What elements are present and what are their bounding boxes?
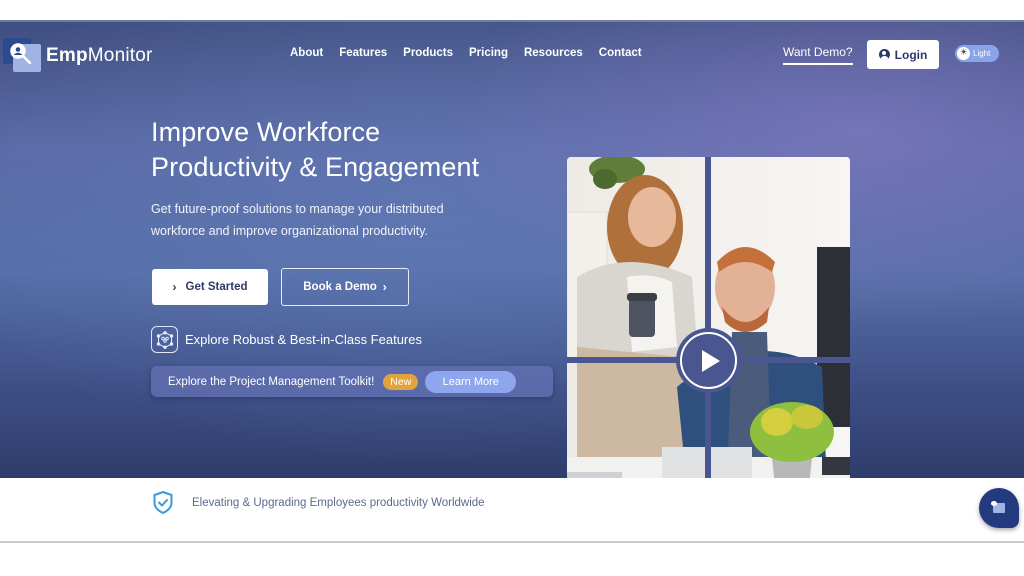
login-label: Login	[894, 47, 928, 62]
login-button[interactable]: Login	[867, 40, 939, 69]
divider	[0, 541, 1024, 543]
logo-text: EmpMonitor	[46, 45, 153, 66]
hero-section: EmpMonitor About Features Products Prici…	[0, 20, 1024, 478]
divider	[0, 20, 1024, 22]
explore-features-link[interactable]: Explore Robust & Best-in-Class Features	[151, 326, 422, 353]
chat-logo-icon	[991, 501, 1005, 513]
logo-icon	[3, 38, 41, 74]
toolkit-text: Explore the Project Management Toolkit!	[168, 375, 375, 388]
hero-title: Improve Workforce Productivity & Engagem…	[151, 115, 479, 185]
book-demo-label: Book a Demo	[303, 281, 377, 293]
get-started-label: Get Started	[185, 281, 248, 293]
hero-subtitle-line1: Get future-proof solutions to manage you…	[151, 202, 444, 216]
hero-subtitle-line2: workforce and improve organizational pro…	[151, 223, 428, 238]
theme-label: Light	[973, 49, 991, 58]
hero-subtitle: Get future-proof solutions to manage you…	[151, 199, 511, 242]
play-ring	[680, 332, 737, 389]
nav-products[interactable]: Products	[403, 47, 453, 59]
toolkit-banner: Explore the Project Management Toolkit! …	[151, 366, 553, 397]
shield-check-icon	[153, 490, 173, 515]
user-icon	[878, 49, 890, 60]
learn-more-button[interactable]: Learn More	[425, 370, 517, 393]
get-started-button[interactable]: › Get Started	[152, 269, 268, 305]
hero-title-line2: Productivity & Engagement	[151, 152, 480, 182]
logo[interactable]: EmpMonitor	[3, 38, 153, 74]
nav-resources[interactable]: Resources	[524, 47, 583, 59]
explore-features-label: Explore Robust & Best-in-Class Features	[185, 332, 422, 347]
play-button[interactable]	[676, 328, 741, 393]
chevron-right-icon: ›	[172, 280, 177, 294]
want-demo-link[interactable]: Want Demo?	[783, 45, 853, 65]
sun-icon: ☀	[957, 47, 970, 60]
chat-widget-button[interactable]	[979, 488, 1019, 528]
nav-contact[interactable]: Contact	[599, 47, 642, 59]
nav-about[interactable]: About	[290, 47, 323, 59]
tagline-row: Elevating & Upgrading Employees producti…	[152, 490, 485, 515]
tagline-text: Elevating & Upgrading Employees producti…	[192, 496, 485, 509]
network-icon	[151, 326, 178, 353]
top-margin	[0, 0, 1024, 20]
nav-pricing[interactable]: Pricing	[469, 47, 508, 59]
main-nav: About Features Products Pricing Resource…	[290, 47, 658, 59]
book-demo-button[interactable]: Book a Demo ›	[281, 268, 409, 306]
nav-features[interactable]: Features	[339, 47, 387, 59]
hero-title-line1: Improve Workforce	[151, 117, 381, 147]
chevron-right-icon: ›	[382, 280, 387, 294]
new-badge: New	[383, 373, 419, 390]
theme-toggle[interactable]: ☀ Light	[955, 45, 999, 62]
